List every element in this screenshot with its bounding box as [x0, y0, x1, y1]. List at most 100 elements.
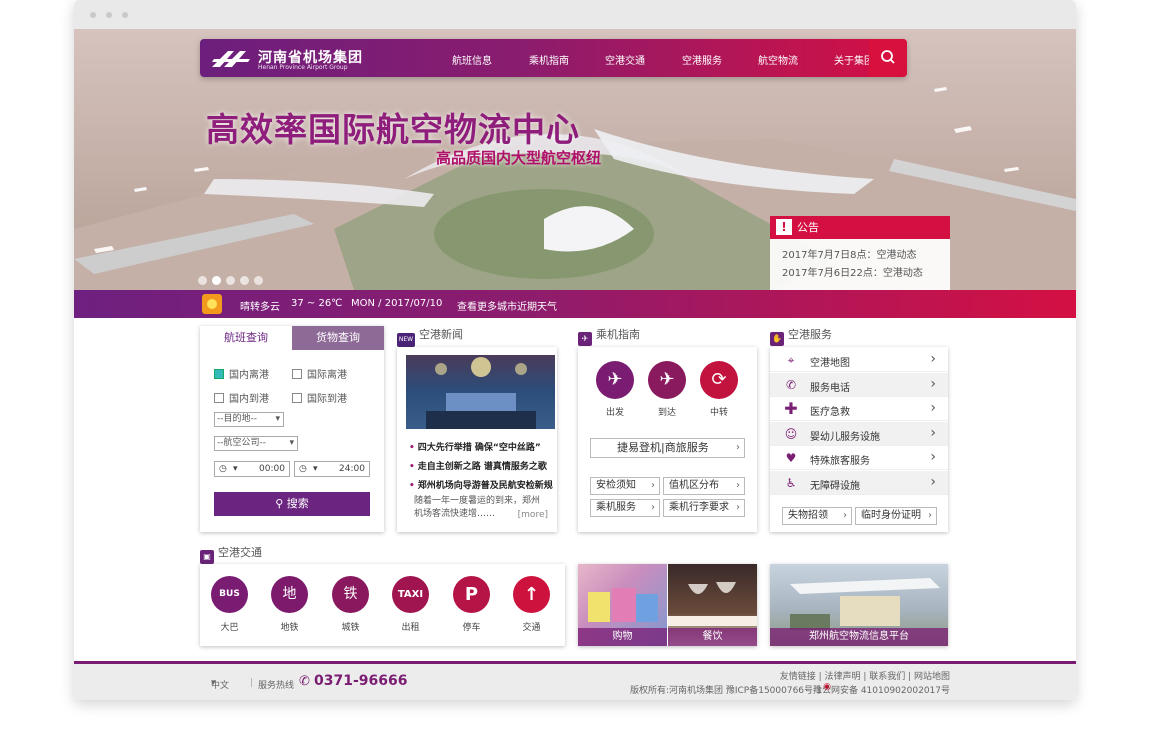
- flight-search-button[interactable]: ⚲ 搜索: [214, 492, 370, 516]
- page-content: 河南省机场集团 Henan Province Airport Group 航班信…: [74, 29, 1076, 700]
- phone-icon: ✆: [785, 378, 797, 392]
- checkbox-checked[interactable]: [214, 369, 224, 379]
- transfer-icon[interactable]: ⟳: [700, 361, 738, 399]
- hero-banner[interactable]: 河南省机场集团 Henan Province Airport Group 航班信…: [74, 29, 1076, 290]
- time-to-value: 24:00: [339, 464, 365, 474]
- option-international-arrival[interactable]: 国际到港: [292, 390, 347, 405]
- logistics-tile[interactable]: 郑州航空物流信息平台: [770, 564, 948, 646]
- service-item-accessibility[interactable]: ♿ 无障碍设施 ›: [770, 471, 948, 495]
- chevron-right-icon: ›: [930, 400, 936, 416]
- news-more-link[interactable]: [more]: [518, 510, 548, 520]
- bus-icon: ▣: [200, 550, 214, 564]
- slider-dot[interactable]: [226, 276, 235, 285]
- easy-boarding-button[interactable]: 捷易登机|商旅服务: [590, 438, 745, 458]
- parking-icon[interactable]: P: [453, 576, 490, 613]
- weather-temperature: 37 ~ 26℃: [291, 298, 343, 309]
- destination-select[interactable]: --目的地--: [214, 412, 284, 427]
- traffic-arrow-icon[interactable]: ↑: [513, 576, 550, 613]
- intercity-rail-icon[interactable]: 铁: [332, 576, 369, 613]
- checkin-area-button[interactable]: 值机区分布: [663, 477, 745, 495]
- nav-air-logistics[interactable]: 航空物流: [758, 52, 798, 67]
- browser-titlebar: [74, 0, 1076, 29]
- nav-boarding-guide[interactable]: 乘机指南: [529, 52, 569, 67]
- slider-dot[interactable]: [254, 276, 263, 285]
- baggage-rules-button[interactable]: 乘机行李要求: [663, 499, 745, 517]
- footer-links[interactable]: 友情链接 | 法律声明 | 联系我们 | 网站地图: [780, 669, 950, 682]
- search-button[interactable]: [869, 39, 907, 77]
- option-domestic-departure[interactable]: 国内离港: [214, 366, 269, 381]
- slider-dot[interactable]: [240, 276, 249, 285]
- search-button-label: 搜索: [286, 497, 309, 510]
- notice-item[interactable]: 2017年7月7日8点：空港动态: [770, 246, 950, 261]
- tab-cargo-query[interactable]: 货物查询: [292, 326, 384, 350]
- option-label: 国内离港: [229, 370, 269, 381]
- window-dot[interactable]: [106, 12, 112, 18]
- news-item[interactable]: 四大先行举措 确保“空中丝路”: [409, 440, 541, 453]
- time-to-field[interactable]: ◷ ▾ 24:00: [294, 461, 370, 477]
- hotline-label: 服务热线: [258, 681, 295, 691]
- weather-bar: 晴转多云 37 ~ 26℃ MON / 2017/07/10 查看更多城市近期天…: [74, 290, 1076, 318]
- service-label: 特殊旅客服务: [810, 456, 870, 467]
- checkbox[interactable]: [214, 393, 224, 403]
- guide-panel: ✈ 出发 ✈ 到达 ⟳ 中转 捷易登机|商旅服务 安检须知 值机区分布 乘机服务…: [578, 347, 757, 532]
- services-title: 空港服务: [788, 328, 832, 341]
- nav-flight-info[interactable]: 航班信息: [452, 52, 492, 67]
- dining-tile[interactable]: 餐饮: [668, 564, 757, 646]
- airline-select[interactable]: --航空公司--: [214, 436, 298, 451]
- lost-found-button[interactable]: 失物招领: [782, 507, 852, 525]
- nav-airport-transport[interactable]: 空港交通: [605, 52, 645, 67]
- shopping-tile[interactable]: 购物: [578, 564, 667, 646]
- boarding-service-button[interactable]: 乘机服务: [590, 499, 660, 517]
- option-international-departure[interactable]: 国际离港: [292, 366, 347, 381]
- news-section-header: NEW 空港新闻: [397, 326, 557, 347]
- slider-dot-active[interactable]: [212, 276, 221, 285]
- checkbox[interactable]: [292, 369, 302, 379]
- service-label: 空港地图: [810, 358, 850, 369]
- subway-icon[interactable]: 地: [271, 576, 308, 613]
- service-item-special-passenger[interactable]: ♥ 特殊旅客服务 ›: [770, 446, 948, 470]
- service-item-airport-map[interactable]: ⌖ 空港地图 ›: [770, 348, 948, 372]
- phone-icon: ✆: [299, 674, 310, 689]
- service-item-phone[interactable]: ✆ 服务电话 ›: [770, 373, 948, 397]
- option-domestic-arrival[interactable]: 国内到港: [214, 390, 269, 405]
- window-dot[interactable]: [122, 12, 128, 18]
- conference-photo-image: [426, 357, 536, 429]
- transport-label: 地铁: [280, 623, 299, 633]
- notice-item[interactable]: 2017年7月6日22点：空港动态: [770, 264, 950, 279]
- service-item-baby[interactable]: ☺ 婴幼儿服务设施 ›: [770, 422, 948, 446]
- news-photo[interactable]: [406, 355, 555, 429]
- temp-id-button[interactable]: 临时身份证明: [855, 507, 937, 525]
- service-label: 服务电话: [810, 383, 850, 394]
- airport-group-logo-icon: [212, 51, 250, 67]
- notice-panel: ! 公告 2017年7月7日8点：空港动态 2017年7月6日22点：空港动态: [770, 216, 950, 290]
- chevron-right-icon: ›: [930, 351, 936, 367]
- checkbox[interactable]: [292, 393, 302, 403]
- services-panel: ⌖ 空港地图 › ✆ 服务电话 › ✚ 医疗急救 › ☺ 婴幼儿服务设施 › ♥ 特殊旅客服务 › …: [770, 347, 948, 532]
- dining-label: 餐饮: [668, 628, 757, 646]
- time-from-field[interactable]: ◷ ▾ 00:00: [214, 461, 290, 477]
- nav-airport-services[interactable]: 空港服务: [682, 52, 722, 67]
- transport-section-header: ▣ 空港交通: [200, 544, 565, 564]
- security-notice-button[interactable]: 安检须知: [590, 477, 660, 495]
- transport-label: 交通: [522, 623, 541, 633]
- taxi-icon[interactable]: TAXI: [392, 576, 429, 613]
- medical-cross-icon: ✚: [784, 399, 798, 418]
- search-icon: [881, 50, 895, 64]
- browser-window: 河南省机场集团 Henan Province Airport Group 航班信…: [74, 0, 1076, 700]
- transport-label: 城铁: [341, 623, 360, 633]
- bus-circle-icon[interactable]: BUS: [211, 576, 248, 613]
- service-item-medical[interactable]: ✚ 医疗急救 ›: [770, 397, 948, 421]
- news-item[interactable]: 郑州机场向导游普及民航安检新规: [409, 478, 553, 491]
- tab-flight-query[interactable]: 航班查询: [200, 326, 292, 350]
- window-dot[interactable]: [90, 12, 96, 18]
- chevron-down-icon: ▾: [233, 464, 238, 474]
- nav-about-group[interactable]: 关于集团: [834, 52, 874, 67]
- weather-date: MON / 2017/07/10: [351, 298, 443, 309]
- departure-icon[interactable]: ✈: [596, 361, 634, 399]
- news-item[interactable]: 走自主创新之路 谱真情服务之歌: [409, 459, 547, 472]
- sun-weather-icon: [202, 294, 222, 314]
- arrival-icon[interactable]: ✈: [648, 361, 686, 399]
- chevron-down-icon: ▾: [313, 464, 318, 474]
- weather-more-link[interactable]: 查看更多城市近期天气: [457, 298, 557, 313]
- slider-dot[interactable]: [198, 276, 207, 285]
